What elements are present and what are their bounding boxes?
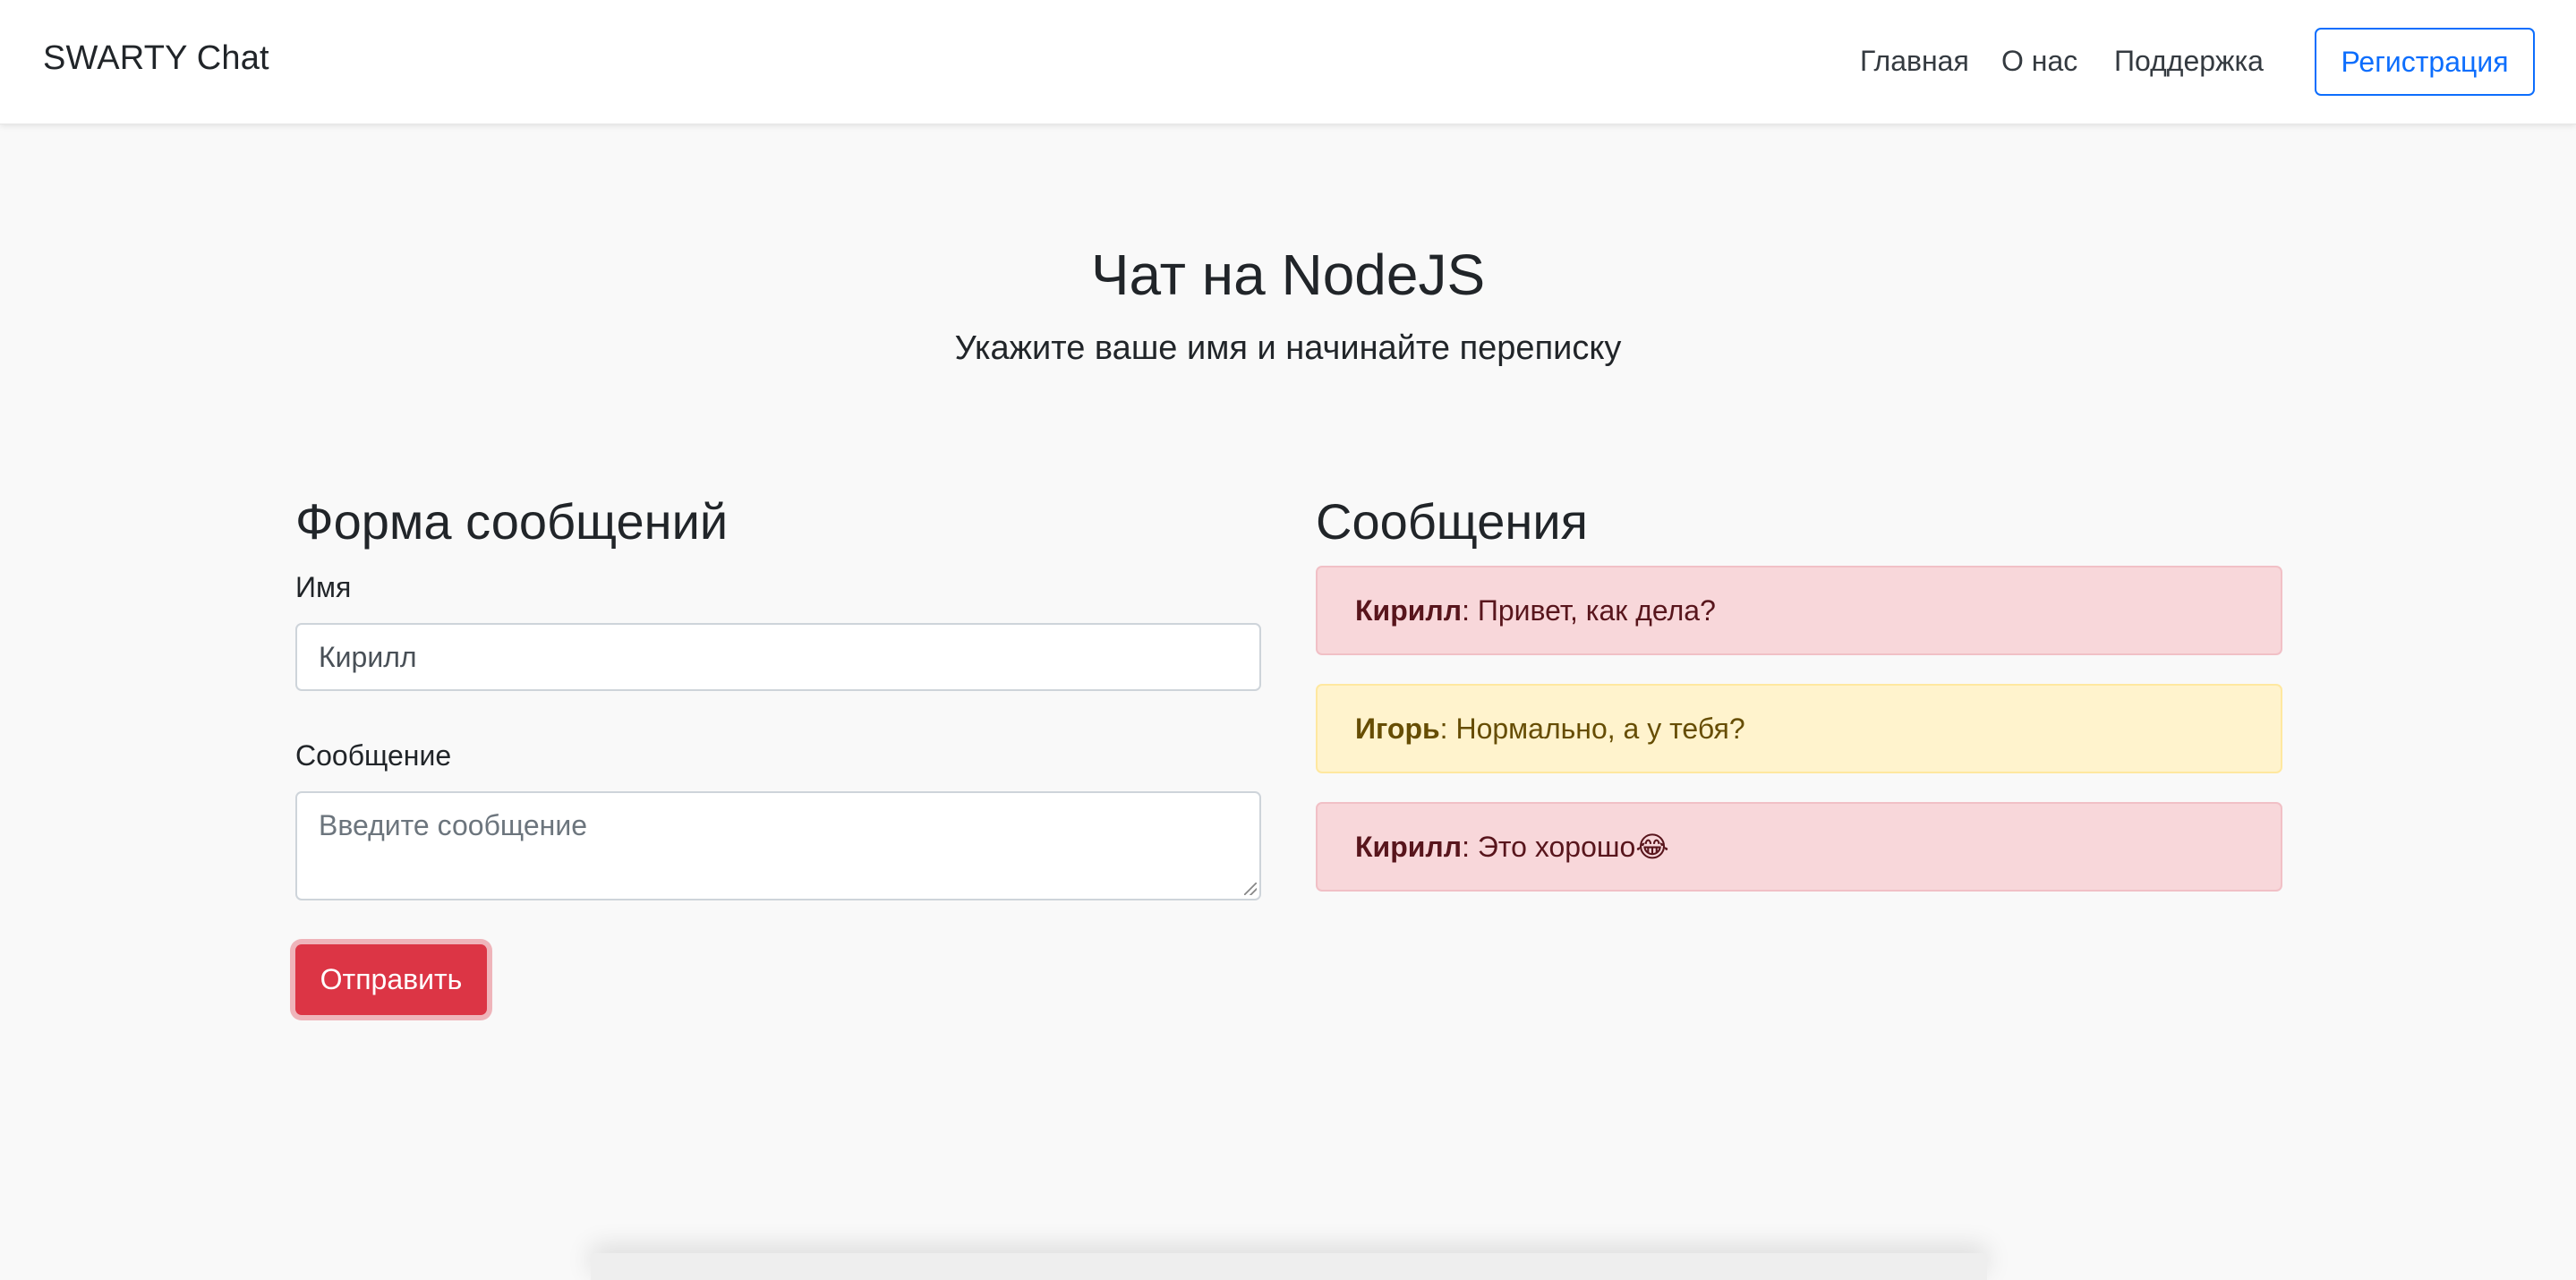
- message-textarea[interactable]: [295, 791, 1261, 900]
- message-author: Игорь: [1355, 712, 1440, 745]
- nav-link-about[interactable]: О нас: [2001, 45, 2077, 78]
- textarea-resize-handle[interactable]: [1244, 883, 1257, 895]
- page-subtitle: Укажите ваше имя и начинайте переписку: [954, 329, 1622, 367]
- message-item: Кирилл: Это хорошо😂: [1316, 802, 2282, 892]
- navbar: SWARTY Chat Главная О нас Поддержка Реги…: [0, 0, 2576, 124]
- message-author: Кирилл: [1355, 830, 1463, 863]
- message-label: Сообщение: [295, 739, 452, 772]
- message-text: : Нормально, а у тебя?: [1439, 712, 1745, 745]
- messages-title: Сообщения: [1316, 493, 1588, 550]
- form-title: Форма сообщений: [295, 493, 729, 550]
- nav-link-home[interactable]: Главная: [1860, 45, 1969, 78]
- name-input[interactable]: [295, 623, 1261, 691]
- message-text: : Это хорошо😂: [1462, 831, 1669, 863]
- message-item: Игорь: Нормально, а у тебя?: [1316, 684, 2282, 773]
- name-label: Имя: [295, 571, 352, 603]
- message-author: Кирилл: [1355, 593, 1463, 627]
- message-item: Кирилл: Привет, как дела?: [1316, 566, 2282, 655]
- footer-edge: [591, 1253, 1987, 1280]
- register-button[interactable]: Регистрация: [2315, 28, 2535, 96]
- send-button[interactable]: Отправить: [295, 944, 487, 1015]
- page-title: Чат на NodeJS: [1090, 243, 1486, 307]
- brand-logo[interactable]: SWARTY Chat: [43, 39, 269, 78]
- nav-link-support[interactable]: Поддержка: [2114, 45, 2264, 78]
- message-text: : Привет, как дела?: [1462, 593, 1716, 627]
